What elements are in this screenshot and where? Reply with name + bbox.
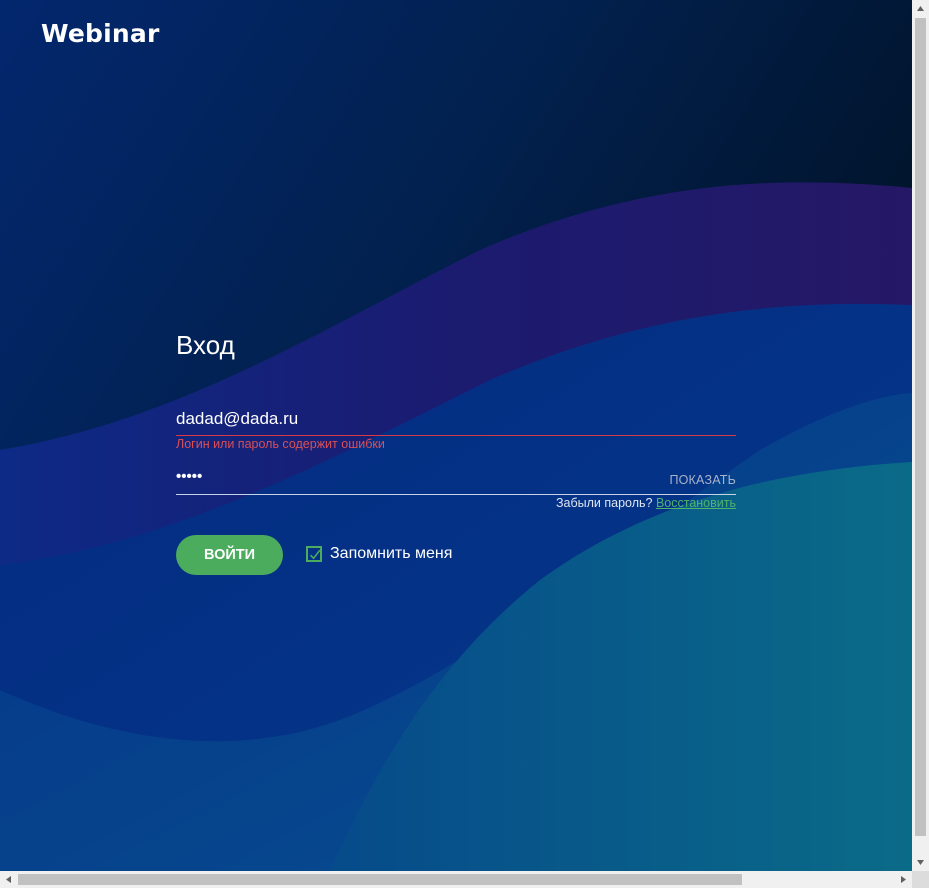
triangle-right-icon[interactable] [895,871,912,888]
horizontal-scrollbar-thumb[interactable] [18,874,742,885]
checkmark-icon [309,549,321,560]
show-password-button[interactable]: ПОКАЗАТЬ [669,473,736,487]
login-button[interactable]: ВОЙТИ [176,535,283,575]
webinar-logo[interactable]: Webinar [41,19,160,48]
vertical-scrollbar-thumb[interactable] [915,18,926,836]
triangle-down-icon[interactable] [912,854,929,871]
triangle-left-icon[interactable] [0,871,17,888]
scrollbar-corner [912,871,929,888]
forgot-password-label: Забыли пароль? [555,496,653,510]
remember-me-label: Запомнить меня [330,545,453,562]
forgot-password-row: Забыли пароль? Восстановить [556,496,736,510]
restore-password-link[interactable]: Восстановить [656,496,736,510]
triangle-up-icon[interactable] [912,0,929,17]
vertical-scrollbar[interactable] [912,0,929,871]
email-error-message: Логин или пароль содержит ошибки [176,437,385,451]
password-input-value[interactable]: ••••• [176,468,202,485]
remember-me-checkbox[interactable] [306,546,322,562]
email-input-value[interactable]: dadad@dada.ru [176,409,298,429]
login-page: Webinar Вход dadad@dada.ru Логин или пар… [0,0,912,871]
horizontal-scrollbar[interactable] [0,871,912,888]
remember-me-toggle[interactable]: Запомнить меня [306,545,452,563]
password-field[interactable]: ••••• ПОКАЗАТЬ [176,465,736,495]
email-field[interactable]: dadad@dada.ru [176,404,736,436]
page-title: Вход [176,330,235,360]
